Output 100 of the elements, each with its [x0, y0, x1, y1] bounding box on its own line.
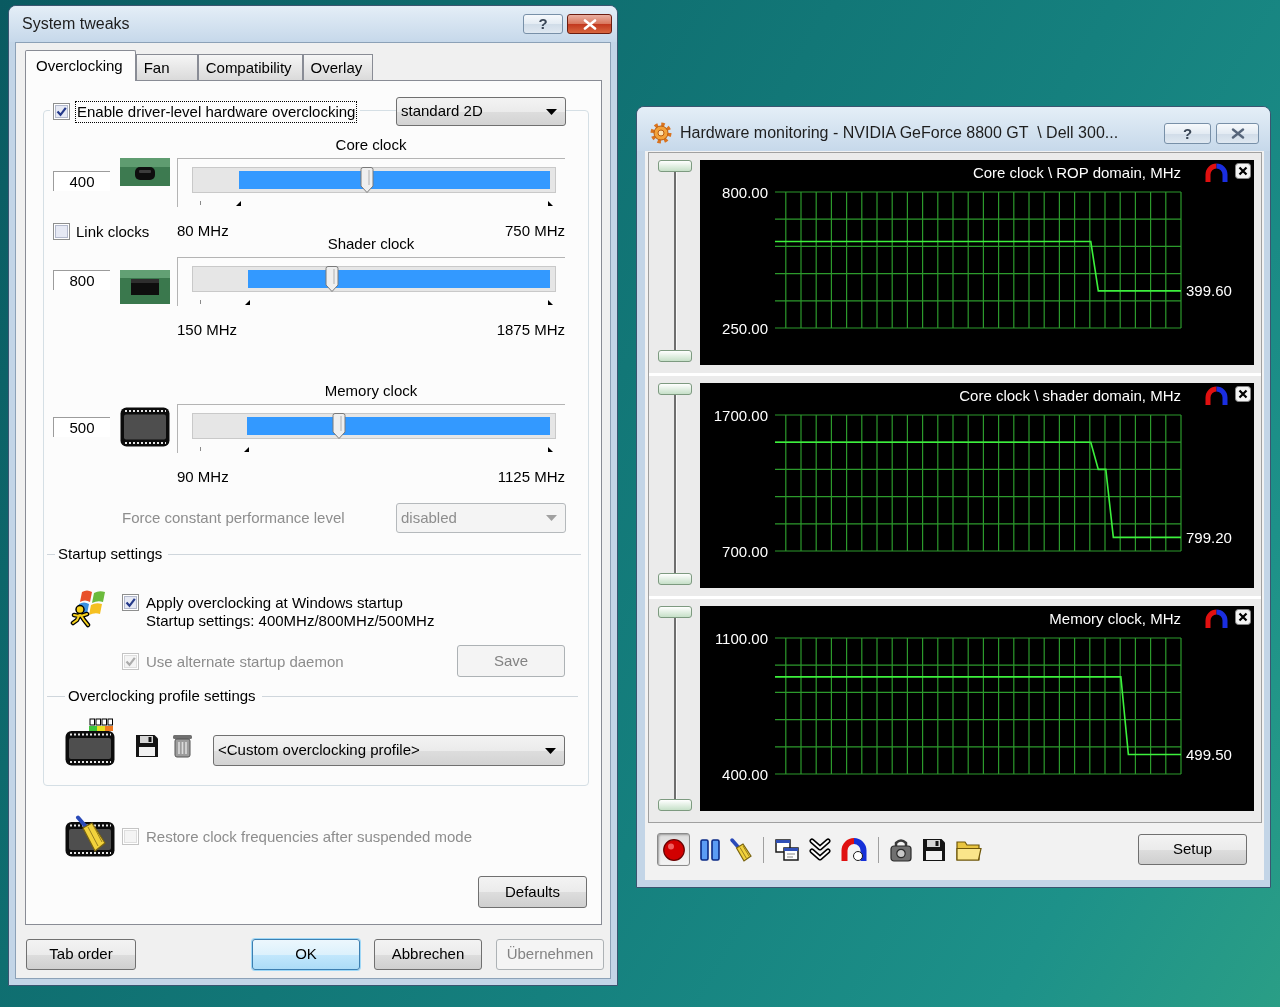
pause-icon[interactable] [700, 838, 720, 861]
axis-tick-label: 800.00 [722, 183, 768, 201]
checkbox[interactable] [53, 222, 70, 240]
dialog-button[interactable]: OK [252, 939, 360, 970]
range-min-label: 150 MHz [177, 322, 238, 338]
dropdown[interactable]: standard 2D [396, 97, 566, 126]
tick-mark [200, 201, 201, 205]
slider-title: Shader clock [327, 236, 415, 252]
slider-thumb[interactable] [331, 413, 346, 439]
dropdown-arrow-icon [545, 747, 556, 754]
close-icon[interactable] [1235, 609, 1251, 625]
current-value-label: 399.60 [1186, 282, 1232, 300]
checkbox-label: Restore clock frequencies after suspended mode [146, 827, 472, 845]
section-title: Overclocking profile settings [68, 688, 256, 704]
dropdown-arrow-icon [546, 108, 557, 115]
slider-title: Core clock [335, 137, 407, 153]
double-chevron-icon[interactable] [809, 837, 831, 862]
slider-track[interactable] [673, 172, 677, 350]
gear-icon [650, 122, 672, 144]
circuit-board-icon [120, 158, 170, 186]
tick-mark [200, 300, 201, 304]
slider-thumb[interactable] [324, 266, 339, 292]
slider-track[interactable] [192, 167, 556, 193]
padlock-icon[interactable] [890, 837, 912, 862]
slider-thumb[interactable] [360, 167, 375, 193]
save-icon[interactable] [922, 837, 946, 862]
dialog-button[interactable]: Abbrechen [374, 939, 482, 970]
memory-chip-icon [120, 407, 170, 447]
window-title: Hardware monitoring - NVIDIA GeForce 8800 GT \ Dell 300... [680, 123, 1119, 143]
value-field[interactable]: 500 [53, 417, 110, 437]
checkbox[interactable] [53, 103, 70, 120]
close-icon [582, 18, 597, 30]
axis-tick-label: 250.00 [722, 319, 768, 337]
chart-title: Memory clock, MHz [1049, 609, 1181, 627]
value-field[interactable]: 400 [53, 171, 110, 191]
range-max-label: 1875 MHz [496, 322, 565, 338]
circuit-board-icon [120, 270, 170, 304]
window-title: System tweaks [22, 14, 130, 34]
axis-tick-label: 1700.00 [713, 406, 768, 424]
chart-title: Core clock \ ROP domain, MHz [972, 163, 1181, 181]
tab[interactable]: Overlay [302, 54, 374, 80]
checkbox[interactable] [122, 593, 139, 611]
slider-title: Memory clock [324, 383, 418, 399]
close-icon[interactable] [1235, 163, 1251, 179]
range-handle[interactable] [658, 573, 692, 585]
tick-mark [200, 447, 201, 451]
close-icon[interactable] [1235, 386, 1251, 402]
selection-marker [244, 447, 250, 452]
selection-marker [548, 300, 553, 305]
record-icon [662, 838, 685, 861]
broom-icon[interactable] [730, 837, 752, 862]
close-button[interactable] [1216, 122, 1259, 144]
slider-track[interactable] [192, 413, 556, 439]
range-min-label: 90 MHz [177, 469, 229, 485]
chip-chart-icon [65, 718, 115, 766]
tab-order-button[interactable]: Tab order [26, 939, 136, 970]
tab[interactable]: Overclocking [25, 50, 136, 81]
range-handle[interactable] [658, 160, 692, 172]
help-button[interactable]: ? [523, 14, 563, 34]
current-value-label: 799.20 [1186, 528, 1232, 546]
close-button[interactable] [567, 14, 612, 34]
axis-tick-label: 400.00 [722, 765, 768, 783]
range-handle[interactable] [658, 350, 692, 362]
slider-track[interactable] [673, 618, 677, 799]
range-max-label: 750 MHz [504, 223, 565, 239]
range-max-label: 1125 MHz [497, 469, 565, 485]
section-title: Startup settings [58, 546, 163, 562]
slider-track[interactable] [192, 266, 556, 292]
axis-tick-label: 700.00 [722, 542, 768, 560]
field-label: Force constant performance level [122, 507, 345, 528]
magnet-icon[interactable] [841, 837, 867, 862]
dropdown[interactable]: <Custom overclocking profile> [213, 735, 565, 766]
selection-marker [244, 300, 250, 305]
help-button[interactable]: ? [1164, 122, 1211, 144]
flag-runner-icon [70, 588, 108, 628]
checkbox-label: Enable driver-level hardware overclocking [75, 100, 358, 123]
tab[interactable]: Fan [135, 54, 198, 80]
axis-tick-label: 1100.00 [714, 629, 768, 647]
slider-track[interactable] [673, 395, 677, 573]
setup-button[interactable]: Setup [1138, 834, 1247, 865]
folder-icon[interactable] [956, 838, 982, 861]
range-handle[interactable] [658, 606, 692, 618]
tab[interactable]: Compatibility [197, 54, 303, 80]
defaults-button[interactable]: Defaults [478, 876, 587, 908]
range-handle[interactable] [658, 799, 692, 811]
dropdown-arrow-icon [546, 515, 557, 521]
selection-marker [548, 201, 553, 206]
save-icon[interactable] [135, 734, 159, 758]
current-value-label: 499.50 [1186, 746, 1232, 764]
overlapping-windows-icon[interactable] [775, 838, 799, 861]
value-field[interactable]: 800 [53, 270, 110, 290]
range-handle[interactable] [658, 383, 692, 395]
trash-icon[interactable] [172, 734, 193, 758]
toolbar-toggle-button[interactable] [657, 833, 690, 866]
summary-text: Startup settings: 400MHz/800MHz/500MHz [146, 611, 435, 630]
checkbox-label: Apply overclocking at Windows startup [146, 593, 403, 611]
checkbox-label: Link clocks [76, 222, 150, 240]
selection-marker [236, 201, 242, 206]
close-icon [1230, 127, 1245, 139]
selection-marker [548, 447, 553, 452]
